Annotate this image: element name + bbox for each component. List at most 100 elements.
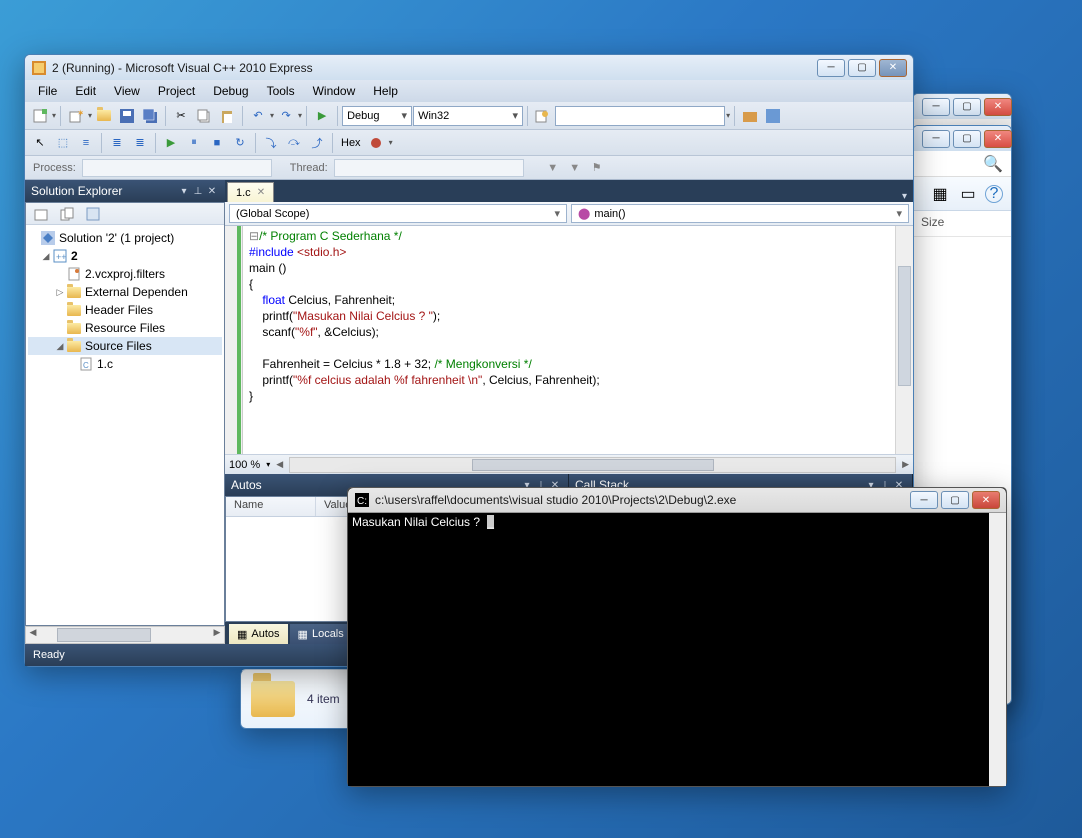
tree-item[interactable]: 2.vcxproj.filters (28, 265, 222, 283)
thread-flag-icon[interactable]: ▼ (564, 157, 586, 179)
pin-icon[interactable]: ⊥ (191, 186, 205, 197)
minimize-button[interactable]: ─ (922, 130, 950, 148)
tree-item-source-file[interactable]: C1.c (28, 355, 222, 373)
column-header-size[interactable]: Size (913, 211, 1011, 237)
close-button[interactable]: ✕ (984, 130, 1012, 148)
tree-item[interactable]: ▷External Dependen (28, 283, 222, 301)
code-editor[interactable]: ⊟/* Program C Sederhana */ #include <std… (225, 226, 913, 454)
stack-frame-icon[interactable]: ⚑ (586, 157, 608, 179)
col-name[interactable]: Name (226, 497, 316, 516)
comment-button[interactable]: ≡ (75, 132, 97, 154)
zoom-level[interactable]: 100 % (229, 459, 260, 471)
bg1-titlebar[interactable]: ─ ▢ ✕ (913, 94, 1011, 119)
copy-button[interactable] (193, 105, 215, 127)
step-over-button[interactable]: ⤼ (283, 132, 305, 154)
solution-explorer-header[interactable]: Solution Explorer ▾ ⊥ ✕ (25, 180, 225, 202)
menu-tools[interactable]: Tools (258, 82, 304, 100)
horizontal-scrollbar[interactable] (289, 457, 896, 473)
collapse-icon[interactable]: ◢ (40, 251, 52, 262)
close-button[interactable]: ✕ (879, 59, 907, 77)
config-select[interactable]: Debug▾ (342, 106, 412, 126)
maximize-button[interactable]: ▢ (848, 59, 876, 77)
properties-button[interactable] (30, 203, 52, 225)
save-button[interactable] (116, 105, 138, 127)
horizontal-scrollbar[interactable]: ◀ ▶ (25, 626, 225, 644)
maximize-button[interactable]: ▢ (953, 130, 981, 148)
dropdown-icon[interactable]: ▾ (896, 191, 913, 202)
menu-view[interactable]: View (105, 82, 149, 100)
pointer-button[interactable]: ↖ (29, 132, 51, 154)
undo-button[interactable]: ↶ (247, 105, 269, 127)
continue-button[interactable]: ▶ (160, 132, 182, 154)
close-icon[interactable]: ✕ (205, 186, 219, 197)
breakpoint-button[interactable] (366, 132, 388, 154)
tab-locals[interactable]: ▦Locals (290, 624, 352, 644)
step-into-button[interactable]: ⤵ (260, 132, 282, 154)
ide-titlebar[interactable]: 2 (Running) - Microsoft Visual C++ 2010 … (25, 55, 913, 80)
maximize-button[interactable]: ▢ (941, 491, 969, 509)
project-node[interactable]: ◢ ++ 2 (28, 247, 222, 265)
find-input[interactable] (555, 106, 725, 126)
close-button[interactable]: ✕ (972, 491, 1000, 509)
view-icon[interactable]: ▦ (929, 183, 951, 205)
refresh-button[interactable] (82, 203, 104, 225)
console-output[interactable]: Masukan Nilai Celcius ? _ (348, 513, 989, 786)
minimize-button[interactable]: ─ (910, 491, 938, 509)
menu-project[interactable]: Project (149, 82, 204, 100)
function-select[interactable]: ⬤main()▾ (571, 204, 909, 223)
menu-help[interactable]: Help (364, 82, 407, 100)
find-in-files-button[interactable] (532, 105, 554, 127)
stop-button[interactable]: ■ (206, 132, 228, 154)
outdent-button[interactable]: ≣ (129, 132, 151, 154)
minimize-button[interactable]: ─ (817, 59, 845, 77)
menu-edit[interactable]: Edit (66, 82, 105, 100)
start-page-button[interactable] (762, 105, 784, 127)
paste-button[interactable] (216, 105, 238, 127)
open-button[interactable] (93, 105, 115, 127)
tree-item-source-files[interactable]: ◢Source Files (28, 337, 222, 355)
expand-icon[interactable]: ▷ (54, 287, 66, 298)
save-all-button[interactable] (139, 105, 161, 127)
menu-debug[interactable]: Debug (204, 82, 257, 100)
dropdown-icon[interactable]: ▾ (266, 460, 270, 469)
collapse-icon[interactable]: ◢ (54, 341, 66, 352)
vertical-scrollbar[interactable] (895, 226, 913, 454)
pause-button[interactable]: ⏸ (183, 132, 205, 154)
dropdown-icon[interactable]: ▾ (52, 111, 56, 120)
solution-node[interactable]: Solution '2' (1 project) (28, 229, 222, 247)
menu-file[interactable]: File (29, 82, 66, 100)
tab-autos[interactable]: ▦Autos (229, 624, 288, 644)
tree-item[interactable]: Resource Files (28, 319, 222, 337)
minimize-button[interactable]: ─ (922, 98, 950, 116)
console-titlebar[interactable]: C: c:\users\raffel\documents\visual stud… (348, 488, 1006, 513)
dropdown-icon[interactable]: ▾ (726, 111, 730, 120)
help-icon[interactable]: ? (985, 185, 1003, 203)
show-all-button[interactable] (56, 203, 78, 225)
indent-button[interactable]: ≣ (106, 132, 128, 154)
close-icon[interactable]: ✕ (257, 187, 265, 198)
tree-item[interactable]: Header Files (28, 301, 222, 319)
search-icon[interactable]: 🔍 (983, 154, 1003, 174)
restart-button[interactable]: ↻ (229, 132, 251, 154)
dropdown-icon[interactable]: ▾ (177, 186, 191, 197)
bg2-titlebar[interactable]: ─ ▢ ✕ (913, 126, 1011, 151)
maximize-button[interactable]: ▢ (953, 98, 981, 116)
step-out-button[interactable]: ⤴ (306, 132, 328, 154)
toolbox-button[interactable] (739, 105, 761, 127)
menu-window[interactable]: Window (304, 82, 365, 100)
cut-button[interactable]: ✂ (170, 105, 192, 127)
dropdown-icon[interactable]: ▾ (389, 138, 393, 147)
vertical-scrollbar[interactable] (989, 513, 1006, 786)
code-text[interactable]: ⊟/* Program C Sederhana */ #include <std… (243, 226, 895, 454)
platform-select[interactable]: Win32▾ (413, 106, 523, 126)
editor-tab-1c[interactable]: 1.c ✕ (227, 182, 274, 202)
dropdown-icon[interactable]: ▾ (270, 111, 274, 120)
start-debug-button[interactable]: ▶ (311, 105, 333, 127)
select-button[interactable]: ⬚ (52, 132, 74, 154)
dropdown-icon[interactable]: ▾ (88, 111, 92, 120)
thread-filter-icon[interactable]: ▼ (542, 157, 564, 179)
new-project-button[interactable] (29, 105, 51, 127)
add-item-button[interactable]: ✶ (65, 105, 87, 127)
dropdown-icon[interactable]: ▾ (298, 111, 302, 120)
redo-button[interactable]: ↷ (275, 105, 297, 127)
